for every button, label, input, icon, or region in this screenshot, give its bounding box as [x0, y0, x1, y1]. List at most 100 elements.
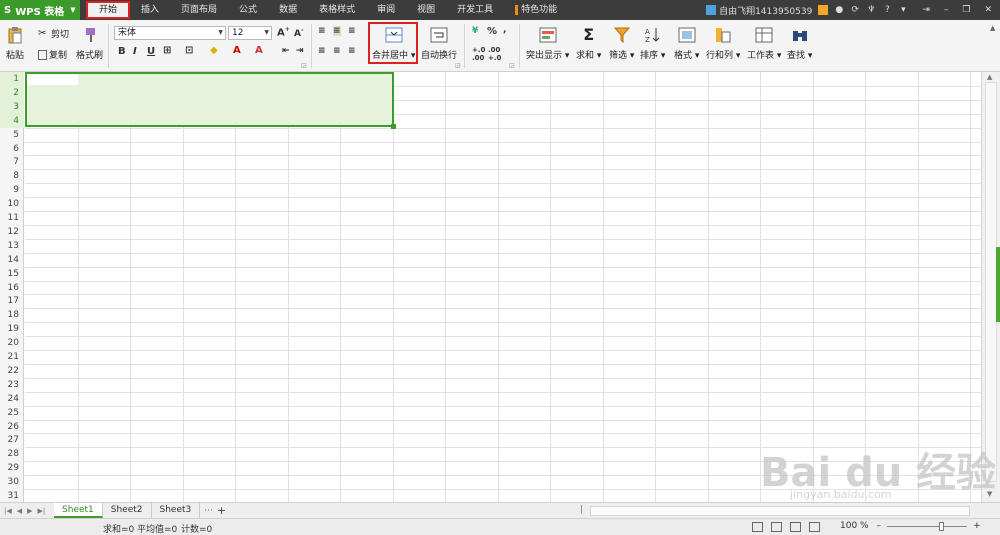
row-header[interactable]: 5 — [0, 128, 24, 142]
format-painter-button[interactable]: 格式刷 — [76, 26, 103, 61]
tab-formulas[interactable]: 公式 — [228, 0, 268, 20]
tab-page-layout[interactable]: 页面布局 — [170, 0, 228, 20]
percent-button[interactable]: % — [487, 26, 497, 37]
underline-button[interactable]: U — [147, 46, 155, 57]
row-header[interactable]: 23 — [0, 378, 24, 392]
row-header[interactable]: 18 — [0, 308, 24, 322]
sheet-tab-2[interactable]: Sheet2 — [103, 503, 152, 518]
app-menu-button[interactable]: S WPS 表格 ▼ — [0, 0, 80, 20]
sheet-tab-3[interactable]: Sheet3 — [152, 503, 201, 518]
align-middle-icon[interactable]: ≡ — [333, 26, 341, 36]
cell-area[interactable] — [25, 72, 981, 502]
row-header[interactable]: 27 — [0, 433, 24, 447]
font-size-select[interactable]: 12 ▼ — [228, 26, 272, 40]
row-header[interactable]: 25 — [0, 406, 24, 420]
row-header[interactable]: 29 — [0, 461, 24, 475]
italic-button[interactable]: I — [133, 46, 137, 57]
tab-view[interactable]: 视图 — [406, 0, 446, 20]
row-header[interactable]: 2 — [0, 85, 24, 100]
row-header[interactable]: 20 — [0, 336, 24, 350]
row-header[interactable]: 30 — [0, 475, 24, 489]
format-button[interactable]: 格式 ▾ — [674, 26, 699, 61]
font-name-select[interactable]: 宋体 ▼ — [114, 26, 226, 40]
shirt-icon[interactable]: ♆ — [866, 5, 876, 15]
row-header[interactable]: 17 — [0, 294, 24, 308]
dialog-launcher-icon[interactable]: ◲ — [301, 62, 307, 69]
page-layout-view-icon[interactable] — [771, 522, 782, 532]
tab-review[interactable]: 审阅 — [366, 0, 406, 20]
clear-format-icon[interactable]: A — [255, 45, 263, 56]
tab-table-style[interactable]: 表格样式 — [308, 0, 366, 20]
merge-center-button[interactable]: 合并居中 ▾ — [372, 26, 415, 61]
conditional-format-button[interactable]: 突出显示 ▾ — [526, 26, 569, 61]
rows-cols-button[interactable]: 行和列 ▾ — [706, 26, 740, 61]
row-header[interactable]: 22 — [0, 364, 24, 378]
row-header[interactable]: 31 — [0, 489, 24, 502]
tab-special-features[interactable]: 特色功能 — [504, 0, 568, 20]
sheet-tab-1[interactable]: Sheet1 — [54, 503, 103, 518]
row-header[interactable]: 3 — [0, 99, 24, 114]
align-bottom-icon[interactable]: ≡ — [348, 26, 356, 36]
row-header[interactable]: 19 — [0, 322, 24, 336]
align-right-icon[interactable]: ≡ — [348, 46, 356, 56]
row-header[interactable]: 1 — [0, 72, 24, 86]
zoom-slider-thumb[interactable] — [939, 521, 945, 531]
find-button[interactable]: 查找 ▾ — [787, 26, 812, 61]
minimize-icon[interactable]: – — [944, 5, 949, 15]
indent-increase-icon[interactable]: ⇥ — [296, 46, 304, 56]
horizontal-scrollbar[interactable] — [590, 506, 970, 516]
page-break-view-icon[interactable] — [790, 522, 801, 532]
next-sheet-icon[interactable]: ▶ — [27, 507, 32, 515]
scroll-up-icon[interactable]: ▲ — [987, 73, 992, 81]
row-header[interactable]: 15 — [0, 267, 24, 281]
close-icon[interactable]: ✕ — [984, 5, 992, 15]
filter-button[interactable]: 筛选 ▾ — [609, 26, 634, 61]
font-color-icon[interactable]: A — [233, 45, 241, 56]
user-name[interactable]: 自由飞翔1413950539 — [719, 4, 812, 17]
row-header[interactable]: 8 — [0, 169, 24, 183]
fullscreen-view-icon[interactable] — [809, 522, 820, 532]
tab-insert[interactable]: 插入 — [130, 0, 170, 20]
dialog-launcher-icon[interactable]: ◲ — [455, 62, 461, 69]
tab-home[interactable]: 开始 — [86, 1, 131, 19]
decrease-font-icon[interactable]: A- — [294, 27, 303, 39]
zoom-value[interactable]: 100 % — [840, 521, 869, 531]
row-header[interactable]: 7 — [0, 155, 24, 169]
row-header[interactable]: 10 — [0, 197, 24, 211]
row-header[interactable]: 6 — [0, 142, 24, 156]
row-header[interactable]: 21 — [0, 350, 24, 364]
worksheet-button[interactable]: 工作表 ▾ — [747, 26, 781, 61]
add-sheet-button[interactable]: + — [217, 504, 226, 517]
fill-color-icon[interactable]: ◆ — [210, 45, 218, 56]
decrease-decimal-icon[interactable]: .00 +.0 — [488, 46, 501, 62]
mail-icon[interactable] — [818, 5, 829, 15]
indent-decrease-icon[interactable]: ⇤ — [282, 46, 290, 56]
copy-button[interactable]: 复制 — [38, 48, 67, 61]
cell-style-icon[interactable]: ⊡ — [185, 45, 193, 56]
comma-style-icon[interactable]: , — [503, 25, 506, 35]
skin-icon[interactable]: ● — [834, 5, 844, 15]
sum-button[interactable]: Σ 求和 ▾ — [576, 26, 601, 62]
normal-view-icon[interactable] — [752, 522, 763, 532]
paste-button[interactable]: 粘贴 — [6, 26, 24, 61]
row-header[interactable]: 11 — [0, 211, 24, 225]
zoom-in-icon[interactable]: + — [973, 521, 981, 531]
row-header[interactable]: 16 — [0, 281, 24, 295]
scroll-split-handle[interactable]: | — [580, 505, 583, 515]
row-header[interactable]: 13 — [0, 239, 24, 253]
sync-icon[interactable]: ⟳ — [850, 5, 860, 15]
last-sheet-icon[interactable]: ▶| — [38, 507, 46, 515]
bold-button[interactable]: B — [118, 46, 126, 57]
row-header[interactable]: 12 — [0, 225, 24, 239]
tab-data[interactable]: 数据 — [268, 0, 308, 20]
active-cell[interactable] — [27, 74, 78, 85]
restore-icon[interactable]: ❐ — [962, 5, 970, 15]
cut-button[interactable]: ✂ 剪切 — [38, 27, 69, 40]
more-sheets-icon[interactable]: ··· — [204, 506, 213, 516]
chevron-down-icon[interactable]: ▾ — [898, 5, 908, 15]
row-header[interactable]: 14 — [0, 253, 24, 267]
spreadsheet-grid[interactable]: 1 2 3 4 5 6 7 8 9 10 11 12 13 14 15 16 17 18 19 20 21 22 23 24 2… — [0, 72, 1000, 502]
row-header[interactable]: 26 — [0, 420, 24, 434]
align-left-icon[interactable]: ≡ — [318, 46, 326, 56]
zoom-slider[interactable] — [887, 521, 968, 531]
